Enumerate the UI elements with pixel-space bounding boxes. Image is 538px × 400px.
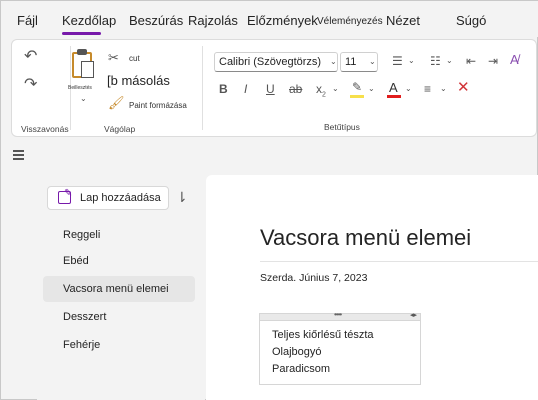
bold-icon[interactable]: B — [219, 82, 228, 96]
title-underline — [260, 261, 538, 262]
chevron-down-icon[interactable]: ⌄ — [369, 57, 376, 66]
page-item-ebed[interactable]: Ebéd — [43, 248, 195, 274]
add-page-label: Lap hozzáadása — [80, 192, 161, 204]
hamburger-line — [13, 154, 24, 156]
group-divider — [202, 46, 203, 130]
resize-arrows-icon[interactable]: ◂▸ — [410, 311, 417, 319]
note-line[interactable]: Teljes kiőrlésű tészta — [272, 329, 374, 341]
underline-icon[interactable]: U — [266, 82, 275, 96]
menu-view[interactable]: Nézet — [386, 13, 420, 28]
cut-icon[interactable]: ✂ — [108, 51, 119, 65]
highlight-icon[interactable]: ✎ — [350, 80, 366, 98]
drag-dots-icon: •••• — [334, 310, 342, 319]
strikethrough-icon[interactable]: ab — [289, 82, 302, 96]
font-group-label: Betűtípus — [324, 122, 360, 132]
undo-group-label: Visszavonás — [21, 124, 69, 134]
menu-bar: Fájl Kezdőlap Beszúrás Rajzolás Előzmény… — [1, 1, 538, 37]
menu-help[interactable]: Súgó — [456, 13, 486, 28]
page-canvas[interactable]: Vacsora menü elemei Szerda. Június 7, 20… — [206, 175, 538, 400]
numbering-icon[interactable]: ☷ — [430, 54, 441, 68]
note-drag-handle[interactable]: •••• ◂▸ — [260, 310, 420, 321]
menu-review[interactable]: Véleményezés — [317, 16, 383, 27]
menu-insert[interactable]: Beszúrás — [129, 13, 183, 28]
align-icon[interactable]: ≡ — [424, 82, 431, 96]
active-tab-indicator — [62, 32, 101, 35]
decrease-indent-icon[interactable]: ⇤ — [466, 54, 476, 68]
note-line[interactable]: Paradicsom — [272, 363, 330, 375]
chevron-down-icon[interactable]: ⌄ — [440, 84, 447, 93]
page-item-desszert[interactable]: Desszert — [43, 304, 195, 330]
format-painter-icon[interactable]: 🖌 — [108, 96, 125, 110]
page-item-vacsora[interactable]: Vacsora menü elemei — [43, 276, 195, 302]
subscript-icon[interactable]: x2 — [316, 82, 326, 102]
clear-formatting-icon[interactable]: A̸ — [510, 53, 519, 67]
menu-file[interactable]: Fájl — [17, 13, 38, 28]
add-page-button[interactable]: ✎ Lap hozzáadása — [47, 186, 169, 210]
redo-icon[interactable]: ↷ — [24, 77, 37, 93]
note-container[interactable]: •••• ◂▸ Teljes kiőrlésű tészta Olajbogyó… — [259, 310, 421, 385]
chevron-down-icon[interactable]: ⌄ — [332, 84, 339, 93]
chevron-down-icon[interactable]: ⌄ — [330, 57, 337, 66]
chevron-down-icon[interactable]: ⌄ — [405, 84, 412, 93]
hamburger-menu-icon[interactable] — [13, 150, 24, 160]
hamburger-line — [13, 158, 24, 160]
italic-icon[interactable]: I — [244, 82, 247, 96]
menu-home[interactable]: Kezdőlap — [62, 13, 116, 28]
copy-button[interactable]: [b másolás — [107, 73, 170, 88]
undo-icon[interactable]: ↶ — [24, 49, 37, 65]
format-painter-label[interactable]: Paint formázása — [129, 101, 187, 110]
paste-label[interactable]: Beillesztés — [68, 85, 92, 91]
page-item-label: Reggeli — [63, 229, 101, 241]
menu-draw[interactable]: Rajzolás — [188, 13, 238, 28]
add-page-pen-icon: ✎ — [64, 188, 73, 199]
sort-icon[interactable]: ⇂ — [176, 189, 188, 206]
page-item-label: Desszert — [63, 311, 107, 323]
page-item-label: Vacsora menü elemei — [63, 283, 169, 295]
delete-icon[interactable]: ✕ — [457, 80, 470, 95]
chevron-down-icon[interactable]: ⌄ — [446, 56, 453, 65]
page-item-reggeli[interactable]: Reggeli — [43, 222, 195, 248]
paste-chevron-icon[interactable]: ⌄ — [80, 94, 87, 103]
increase-indent-icon[interactable]: ⇥ — [488, 54, 498, 68]
note-line[interactable]: Olajbogyó — [272, 346, 322, 358]
page-date: Szerda. Június 7, 2023 — [260, 272, 368, 284]
paste-icon[interactable] — [70, 49, 96, 81]
hamburger-line — [13, 150, 24, 152]
pages-pane: ✎ Lap hozzáadása ⇂ Reggeli Ebéd Vacsora … — [37, 175, 205, 400]
font-family-value: Calibri (Szövegtörzs) — [219, 56, 322, 68]
page-title[interactable]: Vacsora menü elemei — [260, 225, 471, 251]
font-size-value: 11 — [345, 56, 357, 68]
bullets-icon[interactable]: ☰ — [392, 54, 403, 68]
chevron-down-icon[interactable]: ⌄ — [368, 84, 375, 93]
clipboard-group-label: Vágólap — [104, 124, 136, 134]
ribbon: ↶ ↷ Visszavonás Beillesztés ⌄ ✂ cut [b m… — [11, 39, 537, 137]
chevron-down-icon[interactable]: ⌄ — [408, 56, 415, 65]
page-item-label: Fehérje — [63, 339, 101, 351]
page-item-label: Ebéd — [63, 255, 89, 267]
font-family-select[interactable]: Calibri (Szövegtörzs) — [214, 52, 338, 72]
page-item-feherje[interactable]: Fehérje — [43, 332, 195, 358]
cut-label[interactable]: cut — [129, 54, 140, 63]
font-color-icon[interactable]: A — [387, 80, 403, 98]
menu-history[interactable]: Előzmények — [247, 13, 318, 28]
